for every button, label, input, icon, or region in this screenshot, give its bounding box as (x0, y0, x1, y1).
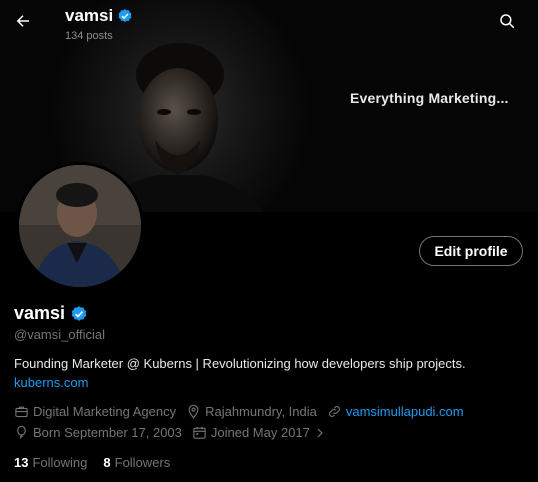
chevron-right-icon (317, 428, 323, 437)
bio-link[interactable]: kuberns.com (14, 375, 88, 390)
profile-website[interactable]: vamsimullapudi.com (327, 404, 464, 419)
top-bar: vamsi 134 posts (0, 0, 538, 50)
profile-display-name: vamsi (14, 303, 88, 324)
profile-avatar[interactable] (16, 162, 144, 290)
balloon-icon (17, 425, 26, 439)
profile-joined[interactable]: Joined May 2017 (192, 425, 326, 440)
avatar-image (19, 165, 141, 287)
followers-link[interactable]: 8 Followers (103, 455, 170, 470)
edit-profile-button[interactable]: Edit profile (419, 236, 523, 266)
profile-meta-row: Born September 17, 2003 Joined May 2017 (14, 425, 336, 440)
back-arrow-icon (16, 15, 29, 27)
search-icon (500, 14, 515, 29)
back-button[interactable] (10, 8, 36, 34)
location-pin-icon (188, 404, 199, 419)
briefcase-icon (15, 406, 28, 418)
followers-count: 8 (103, 455, 111, 470)
profile-category: Digital Marketing Agency (14, 404, 176, 419)
following-link[interactable]: 13 Following (14, 455, 87, 470)
banner-tagline: Everything Marketing... (350, 90, 509, 106)
website-link[interactable]: vamsimullapudi.com (346, 404, 464, 419)
header-title: vamsi (65, 6, 133, 26)
calendar-icon (193, 426, 206, 439)
followers-label: Followers (114, 455, 171, 470)
posts-count: 134 posts (65, 30, 113, 42)
link-icon (328, 406, 340, 417)
header-name: vamsi (65, 6, 114, 25)
profile-bio: Founding Marketer @ Kuberns | Revolution… (14, 356, 466, 371)
following-label: Following (32, 455, 88, 470)
profile-location: Rajahmundry, India (186, 404, 317, 419)
profile-birthday: Born September 17, 2003 (14, 425, 182, 440)
search-button[interactable] (498, 12, 518, 32)
following-count: 13 (14, 455, 29, 470)
verified-badge-icon[interactable] (70, 305, 88, 323)
profile-handle: @vamsi_official (14, 327, 105, 342)
verified-badge-icon (118, 9, 132, 23)
profile-meta-row: Digital Marketing Agency Rajahmundry, In… (14, 404, 474, 419)
display-name-text: vamsi (14, 303, 66, 323)
follow-stats: 13 Following 8 Followers (14, 455, 170, 470)
